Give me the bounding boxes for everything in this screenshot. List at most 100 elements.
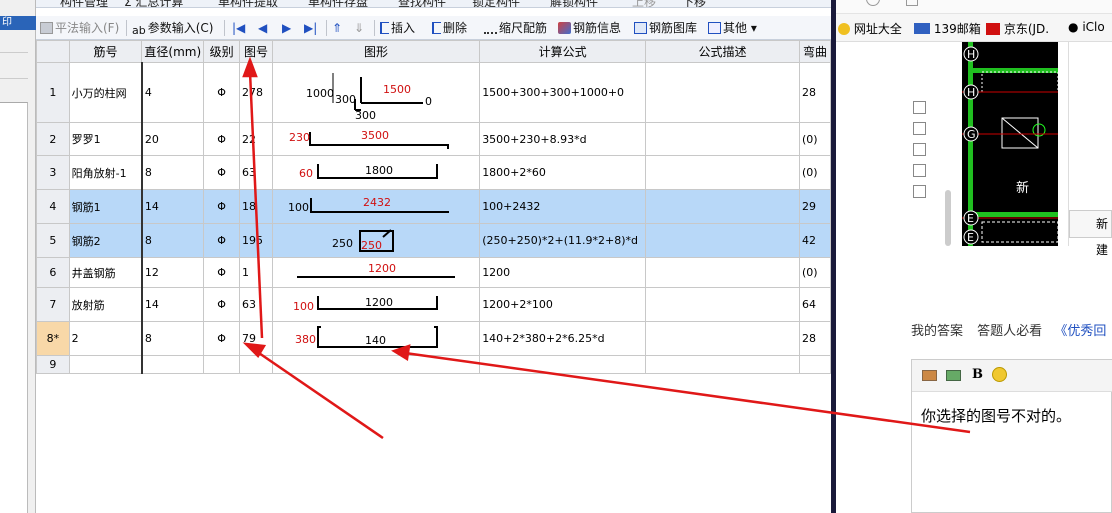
figure-number-cell[interactable]: 79 xyxy=(239,321,273,356)
grade-cell[interactable]: Φ xyxy=(203,155,240,190)
grade-cell[interactable]: Φ xyxy=(203,223,240,258)
formula-cell[interactable]: (250+250)*2+(11.9*2+8)*d xyxy=(479,223,647,258)
formula-desc-cell[interactable] xyxy=(645,62,800,123)
toolbar-item[interactable]: 下移 xyxy=(682,0,706,7)
figure-number-cell[interactable]: 63 xyxy=(239,155,273,190)
bend-cell[interactable]: (0) xyxy=(798,257,831,288)
table-row[interactable]: 7 放射筋 14 Φ 63 100 1200 1200+2*100 64 xyxy=(36,287,831,322)
shape-cell[interactable]: 380 140 xyxy=(271,321,481,356)
left-panel-tree[interactable] xyxy=(0,102,28,513)
row-number[interactable]: 8* xyxy=(36,321,70,356)
bend-cell[interactable]: (0) xyxy=(798,122,831,156)
delete-button[interactable]: 删除 xyxy=(432,20,467,36)
bar-name-cell[interactable]: 罗罗1 xyxy=(68,122,143,156)
insert-image-icon[interactable] xyxy=(946,370,961,381)
bar-name-cell[interactable] xyxy=(68,355,143,374)
table-row[interactable]: 9 xyxy=(36,355,831,374)
toolbar-item[interactable]: 上移 xyxy=(632,0,656,7)
figure-number-cell[interactable]: 63 xyxy=(239,287,273,322)
formula-desc-cell[interactable] xyxy=(645,223,800,258)
bend-cell[interactable]: 29 xyxy=(798,189,831,224)
flat-input-button[interactable]: 平法输入(F) xyxy=(40,20,119,36)
formula-desc-cell[interactable] xyxy=(645,155,800,190)
emoji-icon[interactable] xyxy=(992,367,1007,382)
bookmark-item[interactable]: 139邮箱 xyxy=(914,20,981,37)
grade-cell[interactable]: Φ xyxy=(203,287,240,322)
checkbox[interactable] xyxy=(913,122,926,135)
figure-number-cell[interactable]: 278 xyxy=(239,62,273,123)
column-header[interactable]: 直径(mm) xyxy=(141,40,205,63)
diameter-cell[interactable]: 8 xyxy=(140,223,205,258)
param-input-button[interactable]: ab 参数输入(C) xyxy=(132,20,213,37)
formula-cell[interactable]: 1500+300+300+1000+0 xyxy=(479,62,647,123)
bar-name-cell[interactable]: 放射筋 xyxy=(68,287,143,322)
formula-desc-cell[interactable] xyxy=(645,122,800,156)
rebar-info-button[interactable]: 钢筋信息 xyxy=(558,20,621,36)
bold-icon[interactable]: B xyxy=(972,367,983,382)
tab-must-read[interactable]: 答题人必看 xyxy=(977,324,1042,339)
scrollbar[interactable] xyxy=(945,190,951,246)
grade-cell[interactable]: Φ xyxy=(203,122,240,156)
image-icon[interactable] xyxy=(922,370,937,381)
tab-excellent[interactable]: 《优秀回 xyxy=(1054,324,1106,339)
diameter-cell[interactable]: 8 xyxy=(140,155,205,190)
row-number[interactable]: 3 xyxy=(36,155,70,190)
diameter-cell[interactable]: 14 xyxy=(140,189,205,224)
formula-desc-cell[interactable] xyxy=(645,355,800,374)
table-row[interactable]: 4 钢筋1 14 Φ 18 100 2432 100+2432 29 xyxy=(36,189,831,224)
formula-cell[interactable]: 3500+230+8.93*d xyxy=(479,122,647,156)
column-header[interactable]: 弯曲 xyxy=(798,40,831,63)
table-row[interactable]: 2 罗罗1 20 Φ 22 230 3500 3500+230+8.93*d (… xyxy=(36,122,831,156)
last-record-icon[interactable]: ▶| xyxy=(304,20,317,36)
column-header[interactable]: 筋号 xyxy=(68,40,143,63)
formula-cell[interactable]: 100+2432 xyxy=(479,189,647,224)
bend-cell[interactable] xyxy=(798,355,831,374)
shape-cell[interactable]: 60 1800 xyxy=(271,155,481,190)
prev-record-icon[interactable]: ◀ xyxy=(258,20,267,36)
other-menu-button[interactable]: 其他 ▾ xyxy=(708,20,757,36)
grade-cell[interactable]: Φ xyxy=(203,62,240,123)
formula-desc-cell[interactable] xyxy=(645,287,800,322)
shape-cell[interactable] xyxy=(271,355,481,374)
new-button[interactable]: 新建 xyxy=(1069,210,1112,257)
bar-name-cell[interactable]: 钢筋2 xyxy=(68,223,143,258)
bookmark-item[interactable]: 京东(JD. xyxy=(986,20,1049,37)
toolbar-item[interactable]: 查找构件 xyxy=(398,0,446,7)
diameter-cell[interactable]: 20 xyxy=(140,122,205,156)
formula-cell[interactable] xyxy=(479,355,647,374)
row-number[interactable]: 6 xyxy=(36,257,70,288)
refresh-icon[interactable] xyxy=(866,0,880,6)
bend-cell[interactable]: 28 xyxy=(798,321,831,356)
formula-cell[interactable]: 1200 xyxy=(479,257,647,288)
checkbox[interactable] xyxy=(913,185,926,198)
column-header[interactable]: 公式描述 xyxy=(645,40,800,63)
toolbar-item[interactable]: 单构件提取 xyxy=(218,0,278,7)
table-row[interactable]: 3 阳角放射-1 8 Φ 63 60 1800 1800+2*60 (0) xyxy=(36,155,831,190)
formula-cell[interactable]: 140+2*380+2*6.25*d xyxy=(479,321,647,356)
formula-desc-cell[interactable] xyxy=(645,257,800,288)
shape-cell[interactable]: 100 1200 xyxy=(271,287,481,322)
bookmark-item[interactable]: 网址大全 xyxy=(838,20,902,37)
column-header[interactable]: 图形 xyxy=(271,40,481,63)
table-row[interactable]: 1 小万的柱网 4 Φ 278 1000 300 1500 0 300 1500… xyxy=(36,62,831,123)
bend-cell[interactable]: (0) xyxy=(798,155,831,190)
insert-button[interactable]: 插入 xyxy=(380,20,415,36)
diameter-cell[interactable]: 14 xyxy=(140,287,205,322)
diameter-cell[interactable] xyxy=(140,355,205,374)
table-row[interactable]: 6 井盖钢筋 12 Φ 1 1200 1200 (0) xyxy=(36,257,831,288)
row-number[interactable]: 9 xyxy=(36,355,70,374)
toolbar-item[interactable]: 解锁构件 xyxy=(550,0,598,7)
figure-number-cell[interactable]: 1 xyxy=(239,257,273,288)
shape-cell[interactable]: 250 250 xyxy=(271,223,481,258)
bend-cell[interactable]: 42 xyxy=(798,223,831,258)
table-row[interactable]: 5 钢筋2 8 Φ 195 250 250 (250+250)*2+(11.9*… xyxy=(36,223,831,258)
checkbox[interactable] xyxy=(913,143,926,156)
toolbar-item[interactable]: 锁定构件 xyxy=(472,0,520,7)
bar-name-cell[interactable]: 井盖钢筋 xyxy=(68,257,143,288)
bar-name-cell[interactable]: 小万的柱网 xyxy=(68,62,143,123)
shape-cell[interactable]: 100 2432 xyxy=(271,189,481,224)
formula-desc-cell[interactable] xyxy=(645,321,800,356)
next-record-icon[interactable]: ▶ xyxy=(282,20,291,36)
bar-name-cell[interactable]: 钢筋1 xyxy=(68,189,143,224)
grade-cell[interactable]: Φ xyxy=(203,321,240,356)
